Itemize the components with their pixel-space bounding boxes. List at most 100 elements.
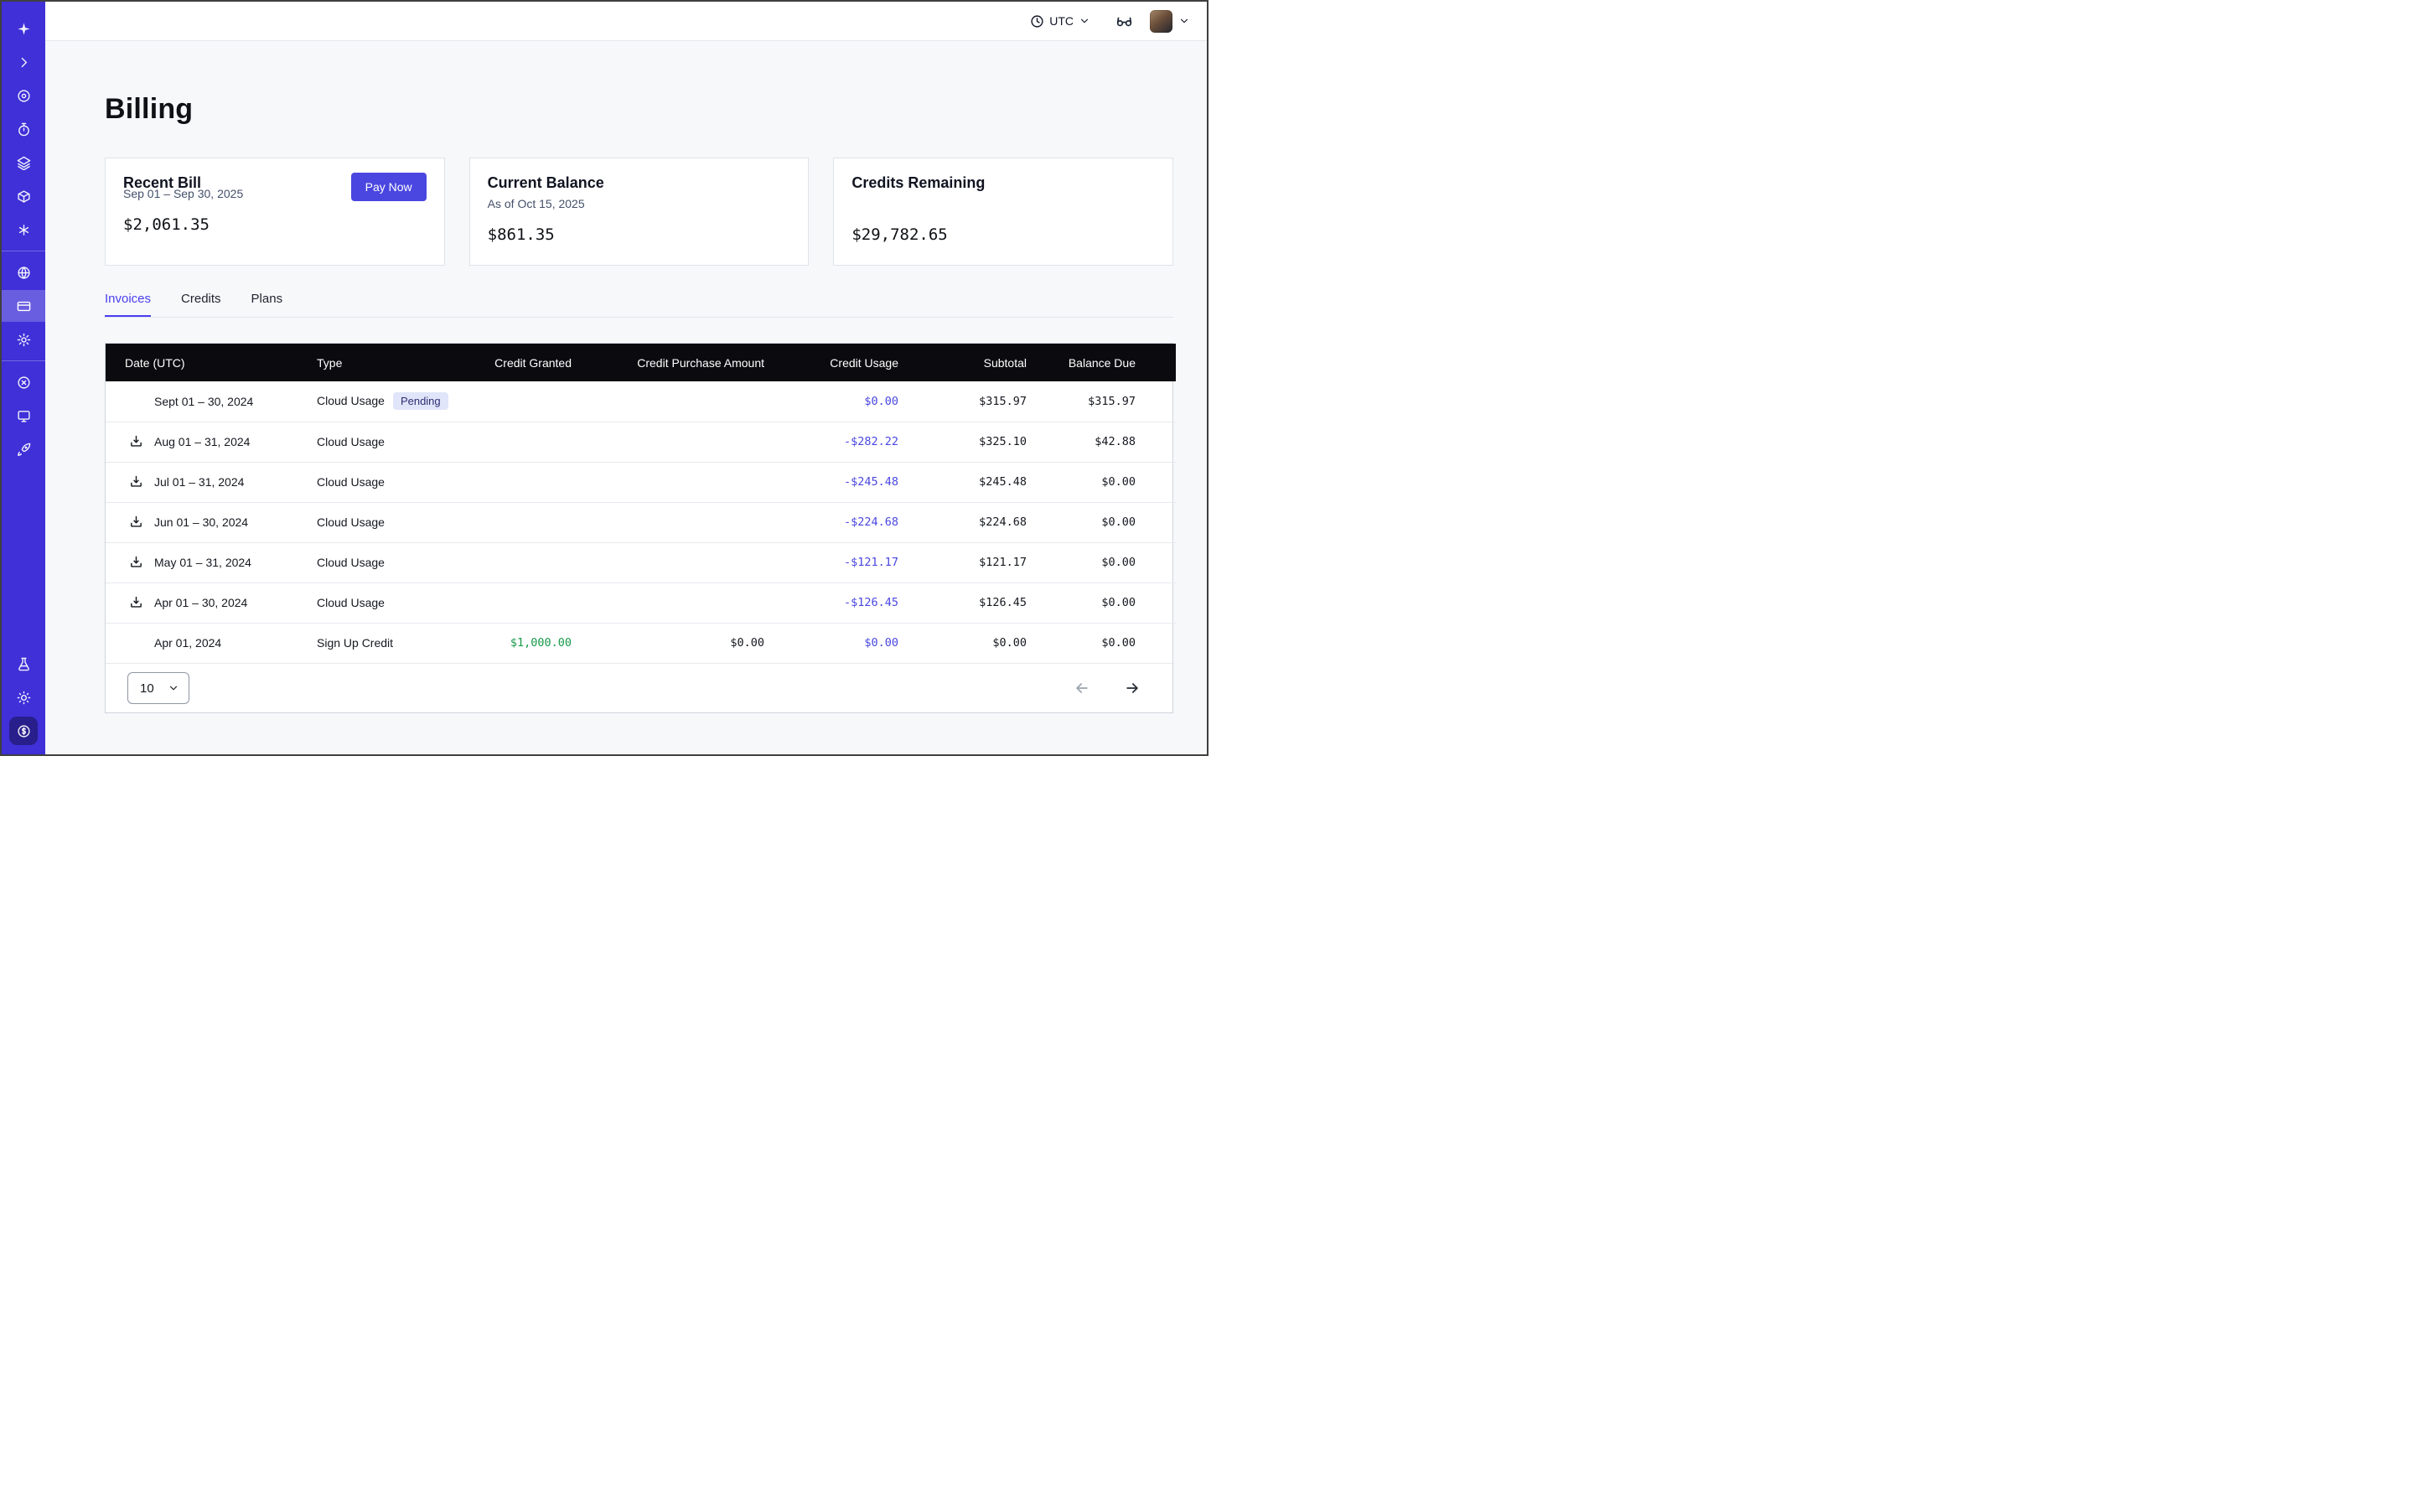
- invoice-type: Cloud Usage: [317, 475, 385, 489]
- credit-purchase-value: [575, 422, 768, 462]
- invoice-table-body: Sept 01 – 30, 2024 Cloud Usage Pending $0…: [106, 381, 1176, 663]
- invoice-row: Aug 01 – 31, 2024 Cloud Usage -$282.22 $…: [106, 422, 1176, 462]
- credit-usage-value: -$224.68: [768, 502, 902, 542]
- invoice-row: Sept 01 – 30, 2024 Cloud UsagePending $0…: [106, 381, 1176, 422]
- sidebar-item-globe-icon[interactable]: [2, 256, 45, 288]
- credit-usage-value: $0.00: [768, 623, 902, 663]
- credit-granted-value: [479, 422, 575, 462]
- status-badge: Pending: [393, 392, 448, 410]
- page-size-value: 10: [140, 681, 154, 696]
- timezone-selector[interactable]: UTC: [1030, 14, 1090, 28]
- sidebar-item-settings-gear-icon[interactable]: [2, 324, 45, 355]
- table-pager: 10: [106, 663, 1172, 712]
- invoice-table: Date (UTC) Type Credit Granted Credit Pu…: [105, 343, 1173, 713]
- invoice-row: Jul 01 – 31, 2024 Cloud Usage -$245.48 $…: [106, 462, 1176, 502]
- invoice-date: Jun 01 – 30, 2024: [154, 515, 248, 529]
- credit-usage-value: $0.00: [768, 381, 902, 422]
- sidebar-item-dollar-coin-icon[interactable]: [2, 715, 45, 747]
- column-header-balance-due: Balance Due: [1032, 344, 1176, 381]
- sidebar-bottom-group: [2, 647, 45, 748]
- main-column: UTC Billing Recent Bill: [45, 2, 1207, 754]
- invoice-date: Sept 01 – 30, 2024: [154, 395, 253, 408]
- sidebar-collapse-chevron-icon[interactable]: [2, 46, 45, 78]
- column-header-credit-usage: Credit Usage: [768, 344, 902, 381]
- current-balance-asof: As of Oct 15, 2025: [488, 197, 791, 212]
- current-balance-card: Current Balance As of Oct 15, 2025 $861.…: [469, 158, 810, 266]
- download-icon: [129, 515, 143, 530]
- sidebar-item-circle-x-icon[interactable]: [2, 366, 45, 398]
- sidebar-item-rocket-icon[interactable]: [2, 433, 45, 465]
- download-invoice-button[interactable]: [127, 433, 145, 451]
- pay-now-button[interactable]: Pay Now: [351, 173, 427, 201]
- subtotal-value: $325.10: [902, 422, 1032, 462]
- credits-remaining-card: Credits Remaining $29,782.65: [833, 158, 1173, 266]
- download-invoice-button[interactable]: [127, 594, 145, 612]
- balance-due-value: $0.00: [1032, 583, 1176, 623]
- invoice-type: Cloud Usage: [317, 556, 385, 569]
- app-logo-icon[interactable]: [2, 13, 45, 44]
- balance-due-value: $0.00: [1032, 542, 1176, 583]
- download-icon: [129, 435, 143, 449]
- subtotal-value: $121.17: [902, 542, 1032, 583]
- current-balance-title: Current Balance: [488, 174, 791, 192]
- download-icon: [129, 556, 143, 570]
- tab-credits[interactable]: Credits: [181, 292, 221, 317]
- recent-bill-amount: $2,061.35: [123, 215, 427, 234]
- balance-due-value: $0.00: [1032, 623, 1176, 663]
- sidebar-item-asterisk-icon[interactable]: [2, 214, 45, 246]
- credit-purchase-value: [575, 502, 768, 542]
- sidebar-item-flask-icon[interactable]: [2, 648, 45, 680]
- credit-purchase-value: [575, 542, 768, 583]
- column-header-credit-purchase: Credit Purchase Amount: [575, 344, 768, 381]
- credits-remaining-title: Credits Remaining: [851, 174, 1155, 192]
- invoice-date: May 01 – 31, 2024: [154, 556, 251, 569]
- sidebar-divider: [2, 360, 45, 361]
- column-header-type: Type: [303, 344, 479, 381]
- credit-usage-value: -$126.45: [768, 583, 902, 623]
- tab-invoices[interactable]: Invoices: [105, 292, 151, 317]
- sidebar-item-timer-icon[interactable]: [2, 113, 45, 145]
- credit-granted-value: [479, 502, 575, 542]
- sidebar-item-sun-icon[interactable]: [2, 681, 45, 713]
- arrow-right-icon: [1124, 680, 1141, 696]
- credit-usage-value: -$282.22: [768, 422, 902, 462]
- next-page-button[interactable]: [1122, 678, 1142, 698]
- invoice-type: Cloud Usage: [317, 515, 385, 529]
- invoice-date: Apr 01, 2024: [154, 636, 221, 650]
- invoice-row: Apr 01, 2024 Sign Up Credit $1,000.00 $0…: [106, 623, 1176, 663]
- avatar: [1150, 10, 1172, 33]
- invoice-row: Jun 01 – 30, 2024 Cloud Usage -$224.68 $…: [106, 502, 1176, 542]
- balance-due-value: $42.88: [1032, 422, 1176, 462]
- subtotal-value: $224.68: [902, 502, 1032, 542]
- sidebar: [2, 2, 45, 754]
- credit-purchase-value: [575, 381, 768, 422]
- credit-granted-value: $1,000.00: [479, 623, 575, 663]
- balance-due-value: $0.00: [1032, 502, 1176, 542]
- credit-purchase-value: $0.00: [575, 623, 768, 663]
- balance-due-value: $315.97: [1032, 381, 1176, 422]
- invoice-type: Sign Up Credit: [317, 636, 393, 650]
- page-size-select[interactable]: 10: [127, 672, 189, 704]
- tab-plans[interactable]: Plans: [251, 292, 283, 317]
- sidebar-item-layers-icon[interactable]: [2, 147, 45, 179]
- download-invoice-button[interactable]: [127, 514, 145, 531]
- sidebar-item-target-icon[interactable]: [2, 80, 45, 111]
- credit-purchase-value: [575, 462, 768, 502]
- download-icon: [129, 596, 143, 610]
- glasses-icon[interactable]: [1115, 13, 1133, 30]
- credits-remaining-sub: [851, 197, 1155, 212]
- column-header-credit-granted: Credit Granted: [479, 344, 575, 381]
- sidebar-item-cube-icon[interactable]: [2, 180, 45, 212]
- prev-page-button[interactable]: [1072, 678, 1092, 698]
- download-invoice-button[interactable]: [127, 474, 145, 491]
- invoice-row: May 01 – 31, 2024 Cloud Usage -$121.17 $…: [106, 542, 1176, 583]
- credit-granted-value: [479, 583, 575, 623]
- invoice-date: Apr 01 – 30, 2024: [154, 596, 247, 609]
- billing-app-window: UTC Billing Recent Bill: [0, 0, 1208, 756]
- billing-tabs: Invoices Credits Plans: [105, 292, 1173, 318]
- sidebar-item-billing-card-icon[interactable]: [2, 290, 45, 322]
- download-invoice-button[interactable]: [127, 554, 145, 572]
- user-menu[interactable]: [1150, 10, 1190, 33]
- invoice-row: Apr 01 – 30, 2024 Cloud Usage -$126.45 $…: [106, 583, 1176, 623]
- sidebar-item-monitor-icon[interactable]: [2, 400, 45, 432]
